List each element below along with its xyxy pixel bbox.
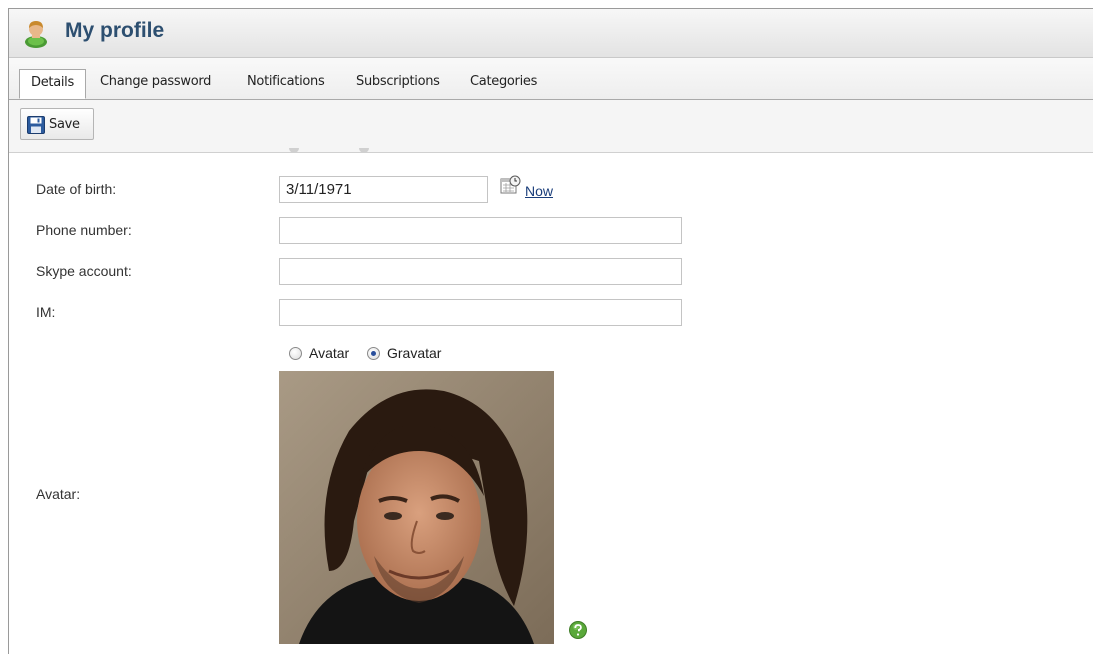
im-field[interactable] xyxy=(279,299,682,326)
avatar-radio-label[interactable]: Avatar xyxy=(309,345,349,361)
gravatar-radio[interactable] xyxy=(367,347,380,360)
tab-bar: Details Change password Notifications Su… xyxy=(9,58,1093,100)
phone-number-field[interactable] xyxy=(279,217,682,244)
avatar-label: Avatar: xyxy=(36,486,81,502)
calendar-icon[interactable] xyxy=(500,175,522,197)
save-label: Save xyxy=(49,117,80,132)
title-bar: My profile xyxy=(9,9,1093,58)
toolbar: Save xyxy=(9,100,1093,153)
profile-window: My profile Details Change password Notif… xyxy=(8,8,1093,654)
user-profile-icon xyxy=(25,21,47,48)
tab-change-password[interactable]: Change password xyxy=(100,74,211,89)
tab-notifications[interactable]: Notifications xyxy=(247,74,325,89)
save-button[interactable]: Save xyxy=(20,108,94,140)
skype-account-field[interactable] xyxy=(279,258,682,285)
page-title: My profile xyxy=(65,19,165,42)
gravatar-radio-label[interactable]: Gravatar xyxy=(387,345,441,361)
date-of-birth-field[interactable] xyxy=(279,176,488,203)
phone-number-label: Phone number: xyxy=(36,222,132,238)
tab-details[interactable]: Details xyxy=(19,69,86,99)
im-label: IM: xyxy=(36,304,56,320)
now-link[interactable]: Now xyxy=(525,183,553,199)
floppy-disk-icon xyxy=(27,116,45,134)
help-icon[interactable] xyxy=(569,621,587,639)
date-of-birth-label: Date of birth: xyxy=(36,181,117,197)
tab-subscriptions[interactable]: Subscriptions xyxy=(356,74,440,89)
skype-account-label: Skype account: xyxy=(36,263,132,279)
avatar-image xyxy=(279,371,554,644)
avatar-radio[interactable] xyxy=(289,347,302,360)
tab-categories[interactable]: Categories xyxy=(470,74,537,89)
